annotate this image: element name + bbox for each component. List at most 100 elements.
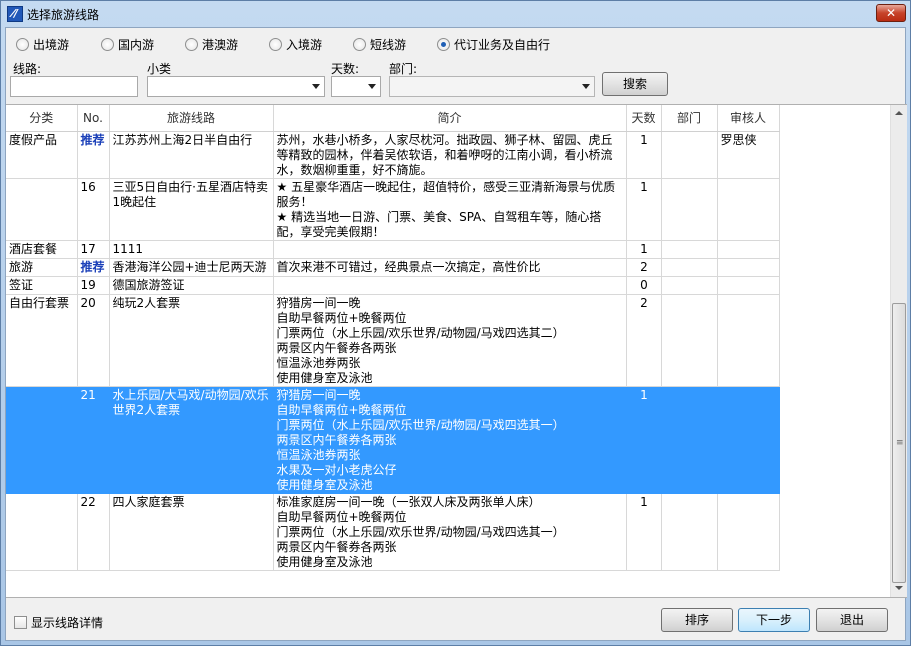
dept-select[interactable]	[389, 76, 595, 97]
radio-agency-free-travel[interactable]: 代订业务及自由行	[437, 36, 550, 53]
cell-category	[6, 178, 78, 241]
search-button[interactable]: 搜索	[602, 72, 668, 96]
radio-outbound[interactable]: 出境游	[16, 36, 69, 53]
cell-reviewer	[717, 276, 780, 295]
table-row[interactable]: 22 四人家庭套票 标准家庭房一间一晚（一张双人床及两张单人床） 自助早餐两位+…	[6, 493, 780, 571]
cell-no: 20	[77, 294, 110, 387]
close-button[interactable]: ✕	[876, 4, 906, 22]
recommend-tag: 推荐	[77, 258, 110, 277]
radio-short-trip[interactable]: 短线游	[353, 36, 406, 53]
cell-reviewer	[717, 294, 780, 387]
cell-category: 度假产品	[6, 131, 78, 179]
table-row[interactable]: 签证 19 德国旅游签证 0	[6, 276, 780, 295]
cell-route: 水上乐园/大马戏/动物园/欢乐世界2人套票	[109, 386, 274, 494]
table-row-selected[interactable]: 21 水上乐园/大马戏/动物园/欢乐世界2人套票 狩猎房一间一晚 自助早餐两位+…	[6, 386, 780, 494]
radio-inbound[interactable]: 入境游	[269, 36, 322, 53]
cell-reviewer: 罗思侠	[717, 131, 780, 179]
cell-reviewer	[717, 493, 780, 571]
days-label: 天数:	[331, 62, 360, 76]
radio-button[interactable]	[101, 38, 114, 51]
cell-intro	[273, 276, 627, 295]
radio-hk-macau[interactable]: 港澳游	[185, 36, 238, 53]
radio-button[interactable]	[185, 38, 198, 51]
column-header-days[interactable]: 天数	[626, 105, 662, 132]
chevron-down-icon	[582, 84, 590, 89]
radio-button[interactable]	[353, 38, 366, 51]
route-table: 分类 No. 旅游线路 简介 天数 部门 审核人 度假产品 推荐 江苏苏州上海2…	[6, 105, 780, 571]
radio-domestic[interactable]: 国内游	[101, 36, 154, 53]
route-input[interactable]	[10, 76, 138, 97]
cell-intro: 苏州，水巷小桥多，人家尽枕河。拙政园、狮子林、留园、虎丘等精致的园林，伴着吴侬软…	[273, 131, 627, 179]
column-header-no[interactable]: No.	[77, 105, 110, 132]
chevron-down-icon	[312, 84, 320, 89]
vertical-scrollbar[interactable]: ≡	[890, 105, 907, 597]
table-row[interactable]: 度假产品 推荐 江苏苏州上海2日半自由行 苏州，水巷小桥多，人家尽枕河。拙政园、…	[6, 131, 780, 179]
next-button[interactable]: 下一步	[738, 608, 810, 632]
cell-dept	[661, 386, 718, 494]
cell-route: 德国旅游签证	[109, 276, 274, 295]
cell-category	[6, 493, 78, 571]
table-row[interactable]: 16 三亚5日自由行·五星酒店特卖1晚起住 ★ 五星豪华酒店一晚起住，超值特价，…	[6, 178, 780, 241]
route-grid: 分类 No. 旅游线路 简介 天数 部门 审核人 度假产品 推荐 江苏苏州上海2…	[6, 104, 907, 598]
column-header-dept[interactable]: 部门	[661, 105, 718, 132]
cell-days: 2	[626, 294, 662, 387]
show-details-checkbox[interactable]: 显示线路详情	[14, 614, 103, 631]
cell-category: 酒店套餐	[6, 240, 78, 259]
checkbox-box[interactable]	[14, 616, 27, 629]
cell-intro: 首次来港不可错过，经典景点一次搞定，高性价比	[273, 258, 627, 277]
radio-label: 港澳游	[202, 38, 239, 52]
cell-intro: 标准家庭房一间一晚（一张双人床及两张单人床） 自助早餐两位+晚餐两位 门票两位（…	[273, 493, 627, 571]
column-header-category[interactable]: 分类	[6, 105, 78, 132]
cell-route: 纯玩2人套票	[109, 294, 274, 387]
cell-intro: 狩猎房一间一晚 自助早餐两位+晚餐两位 门票两位（水上乐园/欢乐世界/动物园/马…	[273, 386, 627, 494]
cell-days: 1	[626, 131, 662, 179]
scroll-up-arrow-icon[interactable]	[891, 105, 907, 122]
cell-intro: ★ 五星豪华酒店一晚起住，超值特价，感受三亚清新海景与优质服务！ ★ 精选当地一…	[273, 178, 627, 241]
cell-no: 21	[77, 386, 110, 494]
cell-category: 签证	[6, 276, 78, 295]
chevron-down-icon	[368, 84, 376, 89]
recommend-tag: 推荐	[77, 131, 110, 179]
table-row[interactable]: 旅游 推荐 香港海洋公园+迪士尼两天游 首次来港不可错过，经典景点一次搞定，高性…	[6, 258, 780, 277]
subclass-select[interactable]	[147, 76, 325, 97]
app-icon: ⁄/	[7, 6, 23, 22]
route-label: 线路:	[13, 62, 42, 76]
cell-dept	[661, 131, 718, 179]
cell-dept	[661, 276, 718, 295]
scroll-down-arrow-icon[interactable]	[891, 580, 907, 597]
cell-reviewer	[717, 178, 780, 241]
cell-no: 16	[77, 178, 110, 241]
radio-button[interactable]	[269, 38, 282, 51]
table-row[interactable]: 酒店套餐 17 1111 1	[6, 240, 780, 259]
cell-route: 1111	[109, 240, 274, 259]
cell-no: 22	[77, 493, 110, 571]
cell-days: 0	[626, 276, 662, 295]
sort-button[interactable]: 排序	[661, 608, 733, 632]
column-header-reviewer[interactable]: 审核人	[717, 105, 780, 132]
column-header-route[interactable]: 旅游线路	[109, 105, 274, 132]
radio-button[interactable]	[16, 38, 29, 51]
cell-intro	[273, 240, 627, 259]
column-header-intro[interactable]: 简介	[273, 105, 627, 132]
table-row[interactable]: 自由行套票 20 纯玩2人套票 狩猎房一间一晚 自助早餐两位+晚餐两位 门票两位…	[6, 294, 780, 387]
days-select[interactable]	[331, 76, 381, 97]
cell-route: 江苏苏州上海2日半自由行	[109, 131, 274, 179]
dialog-window: ⁄/ 选择旅游线路 ✕ 出境游 国内游 港澳游 入境游 短线游 代订业务及自由行…	[0, 0, 911, 646]
radio-label: 短线游	[370, 38, 407, 52]
cell-route: 三亚5日自由行·五星酒店特卖1晚起住	[109, 178, 274, 241]
cell-days: 2	[626, 258, 662, 277]
cell-reviewer	[717, 240, 780, 259]
cell-no: 17	[77, 240, 110, 259]
cell-days: 1	[626, 493, 662, 571]
cell-dept	[661, 178, 718, 241]
cell-category: 自由行套票	[6, 294, 78, 387]
cell-route: 四人家庭套票	[109, 493, 274, 571]
window-title: 选择旅游线路	[27, 8, 100, 22]
exit-button[interactable]: 退出	[816, 608, 888, 632]
table-header-row: 分类 No. 旅游线路 简介 天数 部门 审核人	[6, 105, 780, 132]
dept-label: 部门:	[389, 62, 418, 76]
radio-button-checked[interactable]	[437, 38, 450, 51]
radio-label: 代订业务及自由行	[454, 38, 551, 52]
scroll-thumb[interactable]: ≡	[892, 303, 906, 583]
title-bar[interactable]: ⁄/ 选择旅游线路 ✕	[1, 1, 910, 27]
